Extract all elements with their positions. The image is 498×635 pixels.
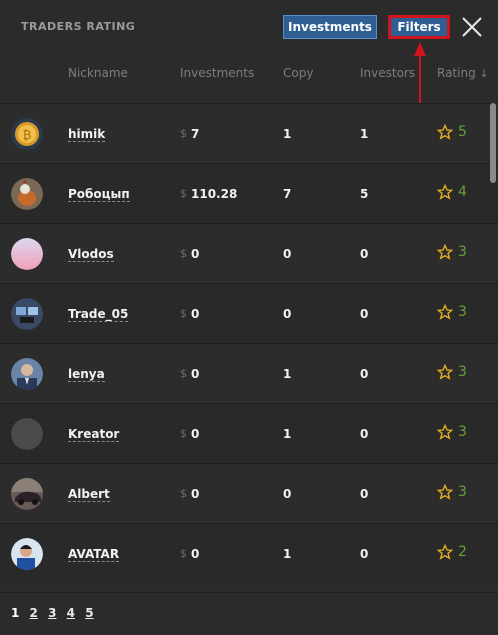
rating-value: 4 <box>458 184 467 200</box>
avatar[interactable] <box>11 358 43 390</box>
column-header-copy[interactable]: Copy <box>283 66 313 82</box>
table-row[interactable]: Albert $ 0 0 0 3 <box>0 463 498 523</box>
scrollbar[interactable] <box>490 103 496 183</box>
investments-value: 0 <box>191 547 200 561</box>
copy-value: 1 <box>283 367 292 381</box>
table-row[interactable]: Робоцып $ 110.28 7 5 4 <box>0 163 498 223</box>
currency-label: $ <box>180 247 187 260</box>
currency-label: $ <box>180 487 187 500</box>
rating-value: 3 <box>458 424 467 440</box>
star-icon <box>437 364 453 380</box>
filters-button[interactable]: Filters <box>388 15 450 39</box>
close-icon[interactable] <box>460 15 484 39</box>
currency-label: $ <box>180 307 187 320</box>
avatar[interactable] <box>11 538 43 570</box>
copy-value: 7 <box>283 187 292 201</box>
rating-value: 3 <box>458 304 467 320</box>
investors-value: 1 <box>360 127 369 141</box>
table-row[interactable]: Trade_05 $ 0 0 0 3 <box>0 283 498 343</box>
page-title: TRADERS RATING <box>21 20 136 33</box>
avatar[interactable] <box>11 478 43 510</box>
star-icon <box>437 424 453 440</box>
investors-value: 0 <box>360 427 369 441</box>
currency-label: $ <box>180 427 187 440</box>
svg-text:₿: ₿ <box>23 128 32 142</box>
investments-value: 0 <box>191 487 200 501</box>
table-row[interactable]: AVATAR $ 0 1 0 2 <box>0 523 498 583</box>
page-link-5[interactable]: 5 <box>85 606 93 620</box>
trader-nickname[interactable]: AVATAR <box>68 547 120 562</box>
avatar[interactable] <box>11 418 43 450</box>
trader-nickname[interactable]: Trade_05 <box>68 307 129 322</box>
traders-list: ₿ himik $ 7 1 1 5 Робоцып $ 110.28 7 5 4… <box>0 103 498 583</box>
star-icon <box>437 544 453 560</box>
investors-value: 0 <box>360 247 369 261</box>
currency-label: $ <box>180 367 187 380</box>
column-header-rating[interactable]: Rating ↓ <box>437 66 489 82</box>
column-header-investments[interactable]: Investments <box>180 66 254 82</box>
currency-label: $ <box>180 127 187 140</box>
investors-value: 5 <box>360 187 369 201</box>
star-icon <box>437 124 453 140</box>
page-link-3[interactable]: 3 <box>48 606 56 620</box>
table-row[interactable]: lenya $ 0 1 0 3 <box>0 343 498 403</box>
investors-value: 0 <box>360 367 369 381</box>
investments-value: 0 <box>191 247 200 261</box>
currency-label: $ <box>180 187 187 200</box>
copy-value: 0 <box>283 487 292 501</box>
trader-nickname[interactable]: himik <box>68 127 106 142</box>
copy-value: 1 <box>283 547 292 561</box>
page-link-1[interactable]: 1 <box>11 606 19 620</box>
investors-value: 0 <box>360 487 369 501</box>
investments-value: 7 <box>191 127 200 141</box>
avatar[interactable] <box>11 298 43 330</box>
investors-value: 0 <box>360 307 369 321</box>
trader-nickname[interactable]: lenya <box>68 367 105 382</box>
investments-value: 0 <box>191 427 200 441</box>
investments-value: 110.28 <box>191 187 238 201</box>
column-header-investors[interactable]: Investors <box>360 66 415 82</box>
investments-value: 0 <box>191 367 200 381</box>
trader-nickname[interactable]: Робоцып <box>68 187 130 202</box>
column-header-nickname[interactable]: Nickname <box>68 66 128 82</box>
star-icon <box>437 304 453 320</box>
rating-value: 3 <box>458 244 467 260</box>
trader-nickname[interactable]: Albert <box>68 487 110 502</box>
investors-value: 0 <box>360 547 369 561</box>
star-icon <box>437 244 453 260</box>
star-icon <box>437 484 453 500</box>
trader-nickname[interactable]: Kreator <box>68 427 120 442</box>
copy-value: 0 <box>283 247 292 261</box>
avatar[interactable]: ₿ <box>11 118 43 150</box>
pagination: 1 2 3 4 5 <box>11 606 100 620</box>
currency-label: $ <box>180 547 187 560</box>
page-link-4[interactable]: 4 <box>67 606 75 620</box>
copy-value: 1 <box>283 127 292 141</box>
rating-header-label: Rating <box>437 66 476 80</box>
copy-value: 1 <box>283 427 292 441</box>
rating-value: 3 <box>458 484 467 500</box>
header: TRADERS RATING Investments Filters <box>0 0 498 112</box>
investments-button[interactable]: Investments <box>283 15 377 39</box>
star-icon <box>437 184 453 200</box>
avatar[interactable] <box>11 238 43 270</box>
table-row[interactable]: Kreator $ 0 1 0 3 <box>0 403 498 463</box>
rating-value: 3 <box>458 364 467 380</box>
rating-value: 5 <box>458 124 467 140</box>
investments-value: 0 <box>191 307 200 321</box>
copy-value: 0 <box>283 307 292 321</box>
table-row[interactable]: Vlodos $ 0 0 0 3 <box>0 223 498 283</box>
page-link-2[interactable]: 2 <box>30 606 38 620</box>
sort-down-icon: ↓ <box>479 67 489 80</box>
trader-nickname[interactable]: Vlodos <box>68 247 114 262</box>
divider <box>0 592 498 593</box>
rating-value: 2 <box>458 544 467 560</box>
table-row[interactable]: ₿ himik $ 7 1 1 5 <box>0 103 498 163</box>
avatar[interactable] <box>11 178 43 210</box>
